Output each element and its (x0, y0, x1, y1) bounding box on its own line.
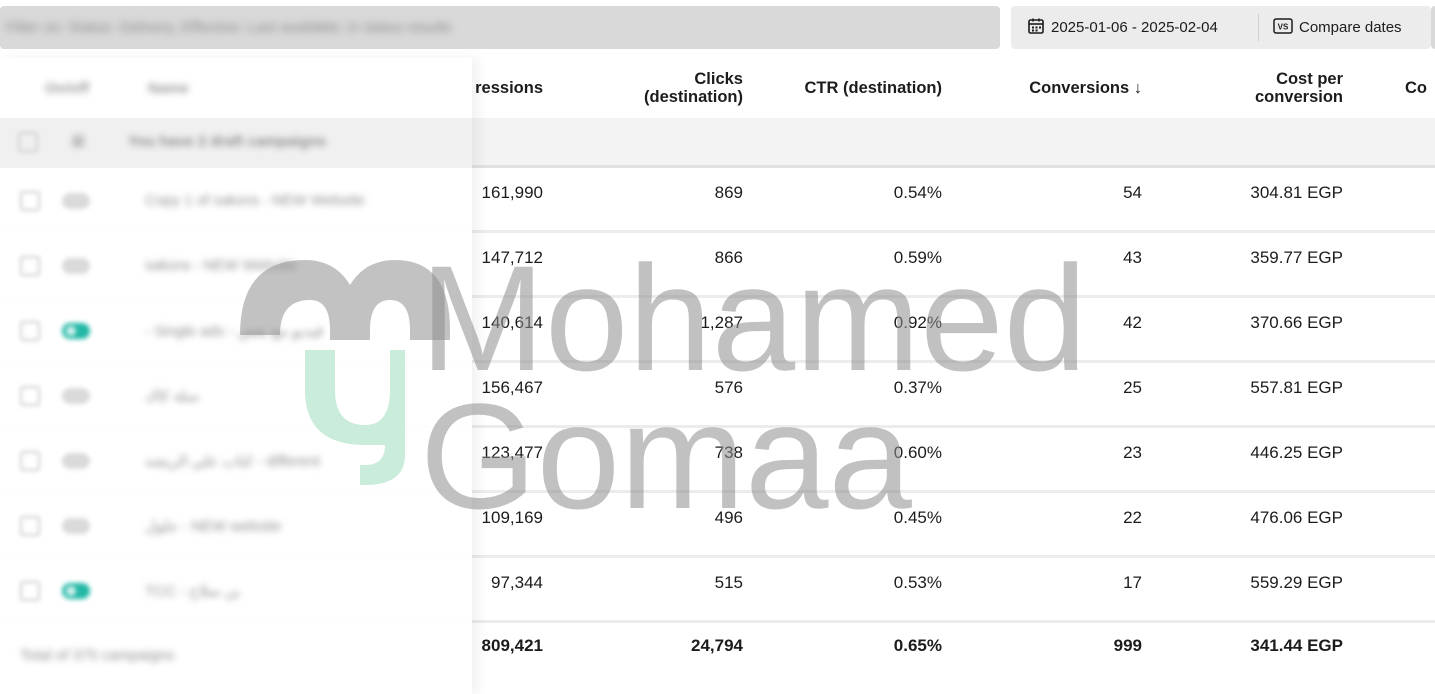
date-range-label: 2025-01-06 - 2025-02-04 (1051, 19, 1218, 36)
search-filter-text: Filter on: Status: Delivery; Effective: … (6, 19, 452, 36)
draft-campaigns-label: You have 2 draft campaigns (128, 133, 327, 150)
cell-clicks: 576 (714, 378, 743, 397)
cell-conversions: 17 (1123, 573, 1142, 592)
cell-conversions: 23 (1123, 443, 1142, 462)
cell-cost: 359.77 EGP (1250, 248, 1343, 267)
cell-conversions: 43 (1123, 248, 1142, 267)
row-checkbox[interactable] (20, 451, 40, 471)
cell-clicks: 1,287 (700, 313, 743, 332)
cell-ctr: 0.60% (893, 443, 942, 462)
campaign-name-link[interactable]: TCC - بن سلاح (145, 582, 240, 600)
cell-cost: 559.29 EGP (1250, 573, 1343, 592)
cell-clicks: 496 (714, 508, 743, 527)
draft-checkbox[interactable] (18, 132, 38, 152)
compare-dates-button[interactable]: VS Compare dates (1273, 6, 1402, 49)
cell-cost: 557.81 EGP (1250, 378, 1343, 397)
cell-conversions: 25 (1123, 378, 1142, 397)
cell-clicks: 866 (714, 248, 743, 267)
row-checkbox[interactable] (20, 581, 40, 601)
cell-conversions: 42 (1123, 313, 1142, 332)
clicks-header-line1: Clicks (694, 70, 743, 88)
campaign-name-link[interactable]: Copy 1 of sakora - NEW Website (145, 192, 365, 209)
cell-ctr: 0.37% (893, 378, 942, 397)
cell-ctr: 0.53% (893, 573, 942, 592)
campaign-toggle[interactable] (62, 453, 90, 469)
campaign-toggle[interactable] (62, 258, 90, 274)
row-checkbox[interactable] (20, 191, 40, 211)
compare-dates-label: Compare dates (1299, 19, 1402, 36)
cell-clicks: 24,794 (691, 636, 743, 655)
column-header-conversions[interactable]: Conversions ↓ (990, 58, 1142, 118)
total-label: Total of 375 campaigns (20, 647, 175, 664)
toolbar: Filter on: Status: Delivery; Effective: … (0, 0, 1435, 58)
campaign-toggle[interactable] (62, 583, 90, 599)
cell-ctr: 0.45% (893, 508, 942, 527)
campaign-toggle[interactable] (62, 388, 90, 404)
column-header-clicks[interactable]: Clicks (destination) (600, 58, 743, 118)
column-header-partial[interactable]: Co (1405, 58, 1435, 118)
cell-conversions: 54 (1123, 183, 1142, 202)
expand-icon[interactable]: ⊞ (72, 132, 85, 150)
row-checkbox[interactable] (20, 321, 40, 341)
cell-clicks: 738 (714, 443, 743, 462)
date-range-button[interactable]: 2025-01-06 - 2025-02-04 (1027, 6, 1218, 49)
date-controls: 2025-01-06 - 2025-02-04 VS Compare dates (1011, 6, 1431, 49)
campaign-name-link[interactable]: - Single ads - فيديو مع بعض (145, 322, 323, 340)
campaign-toggle[interactable] (62, 518, 90, 534)
cell-ctr: 0.54% (893, 183, 942, 202)
campaign-name-link[interactable]: سلة كاك (145, 387, 199, 405)
cell-cost: 476.06 EGP (1250, 508, 1343, 527)
cell-cost: 446.25 EGP (1250, 443, 1343, 462)
cell-cost: 370.66 EGP (1250, 313, 1343, 332)
svg-text:VS: VS (1278, 22, 1289, 31)
campaign-name-link[interactable]: جلول - NEW website (145, 517, 281, 535)
cell-cost: 304.81 EGP (1250, 183, 1343, 202)
onoff-header[interactable]: On/off (45, 80, 89, 97)
campaign-toggle[interactable] (62, 193, 90, 209)
row-checkbox[interactable] (20, 256, 40, 276)
calendar-icon (1027, 17, 1045, 39)
cell-cost: 341.44 EGP (1250, 636, 1343, 655)
divider (1258, 14, 1259, 41)
row-checkbox[interactable] (20, 386, 40, 406)
cell-conversions: 999 (1113, 636, 1142, 655)
row-checkbox[interactable] (20, 516, 40, 536)
cost-header-line1: Cost per (1276, 70, 1343, 88)
campaign-name-link[interactable]: sakora - NEW Website (145, 257, 296, 274)
overflow-button[interactable] (1431, 6, 1435, 49)
cell-conversions: 22 (1123, 508, 1142, 527)
vs-icon: VS (1273, 17, 1293, 38)
name-header[interactable]: Name (148, 80, 189, 97)
cost-header-line2: conversion (1254, 88, 1343, 106)
column-header-cost-per-conversion[interactable]: Cost per conversion (1200, 58, 1343, 118)
search-filter-bar[interactable]: Filter on: Status: Delivery; Effective: … (0, 6, 1000, 49)
cell-clicks: 515 (714, 573, 743, 592)
cell-ctr: 0.92% (893, 313, 942, 332)
column-header-impressions[interactable]: ressions (460, 58, 543, 118)
cell-ctr: 0.59% (893, 248, 942, 267)
clicks-header-line2: (destination) (644, 88, 743, 106)
cell-ctr: 0.65% (893, 636, 942, 655)
cell-clicks: 869 (714, 183, 743, 202)
campaign-toggle[interactable] (62, 323, 90, 339)
column-header-ctr[interactable]: CTR (destination) (770, 58, 943, 118)
campaign-name-link[interactable]: كتاب علي الريشه - different (145, 452, 320, 470)
frozen-name-column: On/off Name ⊞ You have 2 draft campaigns… (0, 58, 472, 694)
draft-campaigns-banner[interactable]: ⊞ You have 2 draft campaigns (0, 118, 472, 168)
